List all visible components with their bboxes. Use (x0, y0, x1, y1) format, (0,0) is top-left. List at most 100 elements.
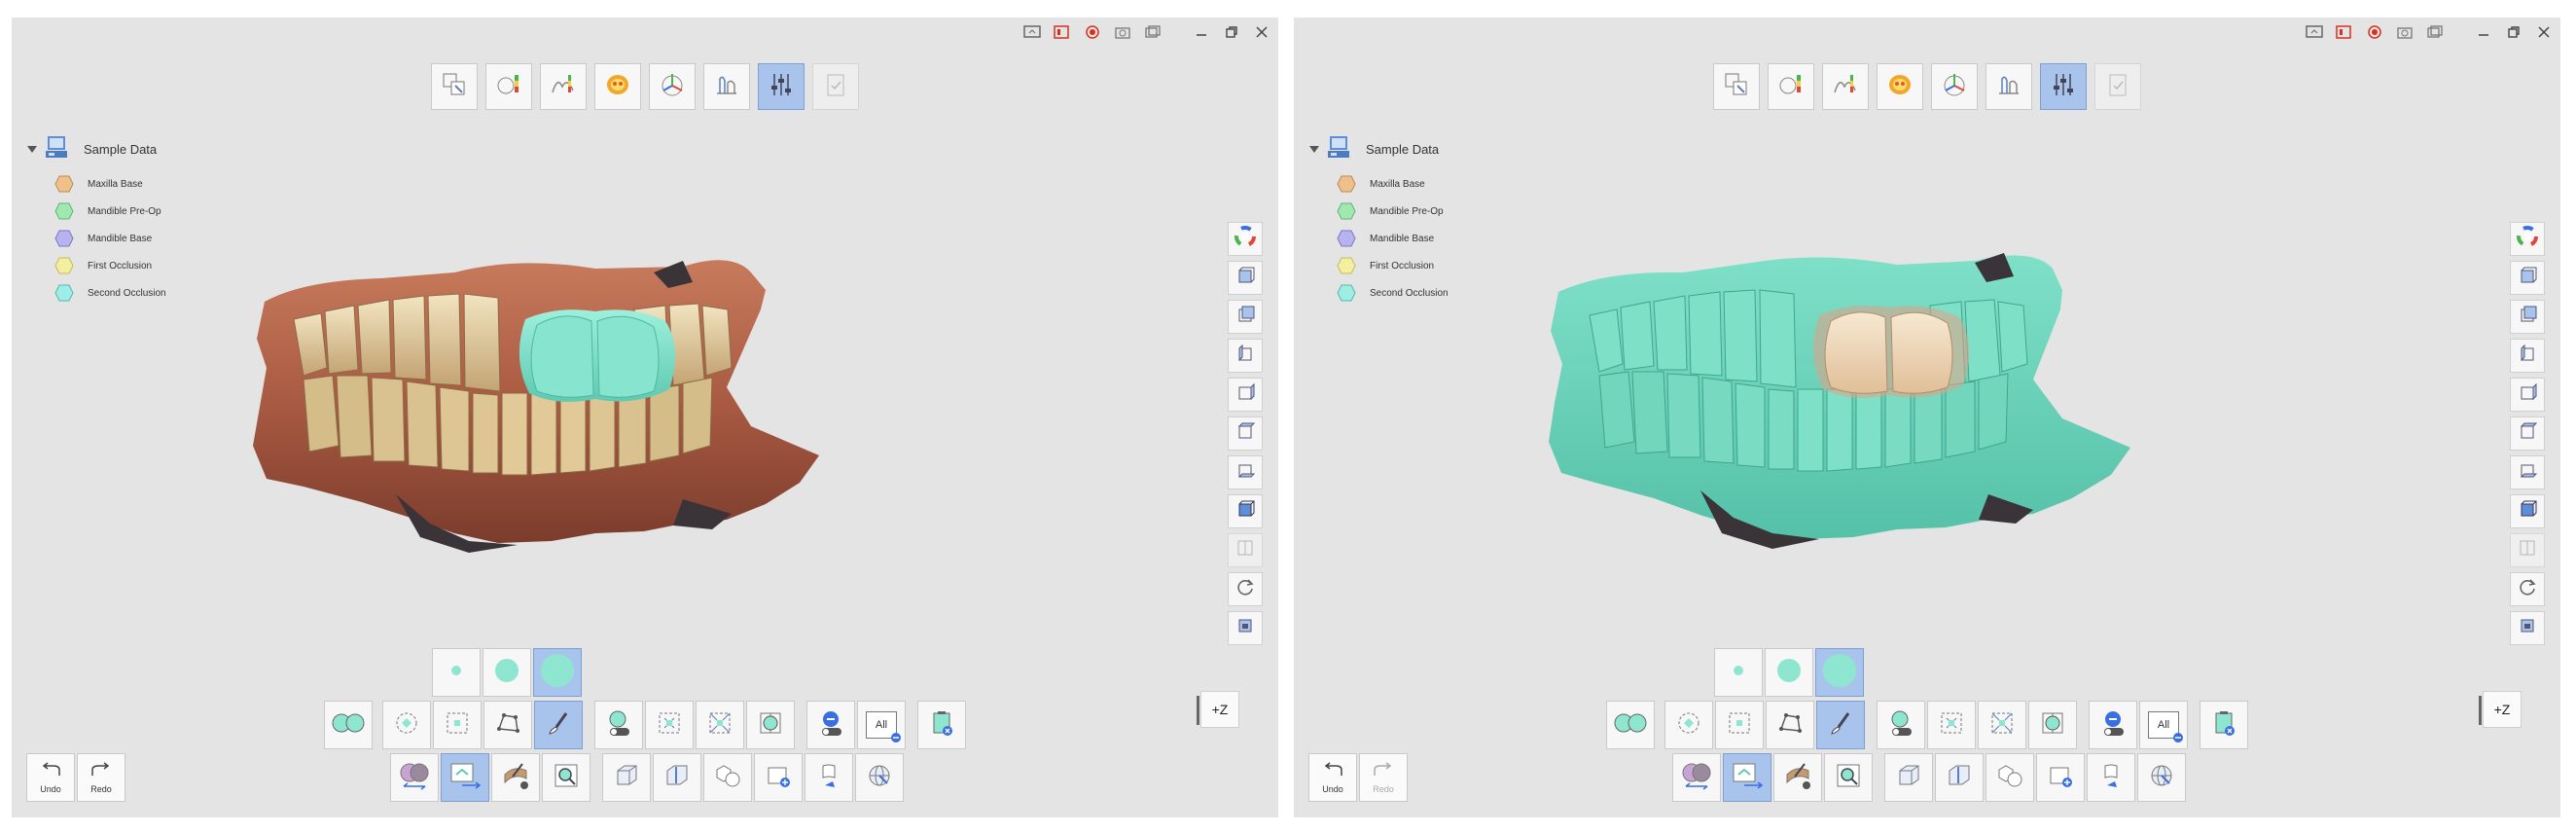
select-inner-button[interactable] (1927, 701, 1976, 749)
view-iso-button[interactable] (2510, 494, 2545, 528)
display-mode-button[interactable] (1228, 611, 1263, 645)
view-bottom-button[interactable] (1228, 455, 1263, 489)
section-box-button[interactable] (653, 753, 701, 802)
view-front-button[interactable] (1228, 261, 1263, 295)
undo-button[interactable]: Undo (1308, 753, 1357, 802)
globe-view-button[interactable] (2137, 753, 2186, 802)
select-all-button[interactable]: All (857, 701, 906, 749)
redo-button[interactable]: Redo (1359, 753, 1408, 802)
z-axis-button[interactable]: +Z (1197, 691, 1239, 728)
view-top-button[interactable] (1228, 416, 1263, 451)
swap-teeth-icon (398, 759, 431, 797)
section-box-button[interactable] (1935, 753, 1984, 802)
cube-iso-icon (2517, 498, 2538, 525)
brush-small-icon (449, 664, 463, 682)
select-all-label: All (875, 719, 888, 731)
globe-view-button[interactable] (855, 753, 904, 802)
brush-size-small-button[interactable] (1714, 648, 1763, 697)
view-bottom-button[interactable] (2510, 455, 2545, 489)
split-view-button[interactable] (1228, 533, 1263, 567)
select-rect-button[interactable] (1715, 701, 1764, 749)
view-left-button[interactable] (2510, 339, 2545, 373)
delete-selection-button[interactable] (2200, 701, 2248, 749)
shape-view-button[interactable] (1986, 753, 2034, 802)
brush-size-small-button[interactable] (432, 648, 481, 697)
select-inner-button[interactable] (645, 701, 694, 749)
view-top-button[interactable] (2510, 416, 2545, 451)
split-view-button[interactable] (2510, 533, 2545, 567)
brush-select-button[interactable] (1816, 701, 1865, 749)
z-axis-button[interactable]: +Z (2479, 691, 2522, 728)
cube-right-icon (2517, 381, 2538, 408)
occlusion-view-button[interactable] (324, 701, 373, 749)
select-visible-button[interactable] (382, 701, 431, 749)
reset-view-button[interactable] (2510, 572, 2545, 606)
cube-back-icon (2517, 304, 2538, 330)
occlusion-icon (1613, 710, 1648, 741)
globe-icon (866, 762, 893, 794)
brush-size-large-button[interactable] (1815, 648, 1864, 697)
add-plane-button[interactable] (2036, 753, 2085, 802)
color-wheel-button[interactable] (1228, 222, 1263, 256)
swap-data-button[interactable] (390, 753, 439, 802)
trash-icon (928, 709, 955, 742)
view-right-button[interactable] (2510, 378, 2545, 412)
deselect-off-icon (816, 708, 845, 742)
measure-button[interactable] (2087, 753, 2135, 802)
dental-model-3d-view[interactable] (1294, 18, 2560, 817)
box-view-button[interactable] (602, 753, 651, 802)
invert-selection-button[interactable] (2028, 701, 2077, 749)
swap-data-button[interactable] (1672, 753, 1721, 802)
select-lasso-button[interactable] (1766, 701, 1814, 749)
texture-toggle-button[interactable] (491, 753, 540, 802)
view-right-button[interactable] (1228, 378, 1263, 412)
section-box-icon (663, 762, 691, 794)
select-outer-icon (706, 709, 733, 742)
deselect-off-button[interactable] (2089, 701, 2137, 749)
color-wheel-button[interactable] (2510, 222, 2545, 256)
shape-view-button[interactable] (703, 753, 752, 802)
view-back-button[interactable] (1228, 300, 1263, 334)
dental-model-3d-view[interactable] (12, 18, 1278, 817)
crown-restoration[interactable] (1812, 306, 1970, 398)
undo-arrow-icon (1322, 761, 1343, 782)
display-mode-button[interactable] (2510, 611, 2545, 645)
select-visible-button[interactable] (1664, 701, 1713, 749)
smart-select-off-icon (1886, 708, 1915, 742)
view-back-button[interactable] (2510, 300, 2545, 334)
brush-icon (1827, 709, 1854, 742)
box-view-button[interactable] (1884, 753, 1933, 802)
split-view-icon (1234, 537, 1256, 563)
view-front-button[interactable] (2510, 261, 2545, 295)
brush-size-medium-button[interactable] (1765, 648, 1813, 697)
view-left-button[interactable] (1228, 339, 1263, 373)
smart-select-off-button[interactable] (1877, 701, 1925, 749)
brush-size-large-button[interactable] (533, 648, 582, 697)
delete-selection-button[interactable] (917, 701, 966, 749)
select-lasso-button[interactable] (483, 701, 532, 749)
measure-button[interactable] (805, 753, 853, 802)
move-data-button[interactable] (441, 753, 489, 802)
smart-select-off-button[interactable] (594, 701, 643, 749)
move-data-icon (1731, 761, 1764, 795)
zoom-selection-button[interactable] (1824, 753, 1873, 802)
select-outer-button[interactable] (696, 701, 744, 749)
undo-button[interactable]: Undo (26, 753, 75, 802)
move-data-button[interactable] (1723, 753, 1771, 802)
brush-size-medium-button[interactable] (483, 648, 531, 697)
select-outer-button[interactable] (1978, 701, 2026, 749)
zoom-selection-button[interactable] (542, 753, 590, 802)
texture-toggle-button[interactable] (1773, 753, 1822, 802)
view-iso-button[interactable] (1228, 494, 1263, 528)
reset-view-button[interactable] (1228, 572, 1263, 606)
select-rect-button[interactable] (433, 701, 482, 749)
invert-selection-button[interactable] (746, 701, 795, 749)
deselect-off-button[interactable] (806, 701, 855, 749)
cube-back-icon (1234, 304, 1256, 330)
occlusion-view-button[interactable] (1606, 701, 1655, 749)
add-plane-button[interactable] (754, 753, 803, 802)
select-all-button[interactable]: All (2139, 701, 2188, 749)
crown-restoration[interactable] (519, 309, 676, 402)
brush-select-button[interactable] (534, 701, 583, 749)
redo-button[interactable]: Redo (77, 753, 125, 802)
